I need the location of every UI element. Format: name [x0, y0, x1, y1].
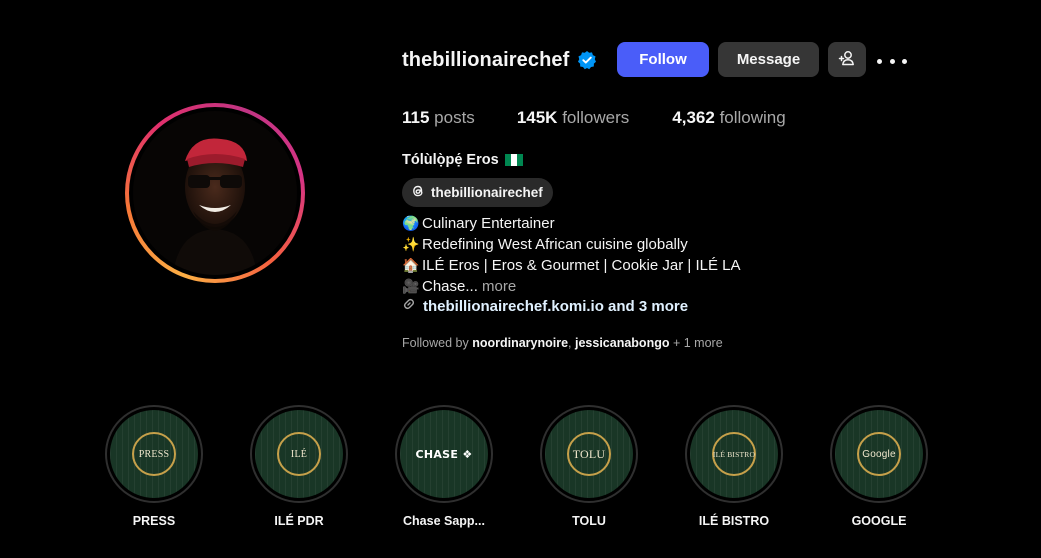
highlight-cover: CHASE ❖	[400, 410, 488, 498]
globe-icon: 🌍	[402, 215, 420, 231]
bio-link[interactable]: thebillionairechef.komi.io and 3 more	[402, 297, 740, 317]
full-name: Tólùlọ̀pẹ́ Eros	[402, 152, 523, 168]
more-options-icon[interactable]	[877, 50, 907, 72]
bio-line: 🎥 Chase... more	[402, 278, 517, 295]
sparkles-icon: ✨	[402, 236, 420, 252]
mutual-follower: noordinarynoire	[472, 336, 569, 350]
avatar-photo	[133, 111, 297, 275]
mutual-follower: jessicanabongo	[575, 336, 670, 350]
story-highlight-press[interactable]: PRESS PRESS	[105, 405, 203, 528]
story-highlight-google[interactable]: Google GOOGLE	[830, 405, 928, 528]
chase-logo-icon: ❖	[462, 447, 473, 461]
profile-stats: 115 posts 145K followers 4,362 following	[402, 108, 829, 128]
highlight-label: TOLU	[572, 514, 606, 528]
threads-badge-link[interactable]: thebillionairechef	[402, 178, 553, 207]
story-highlight-ile-pdr[interactable]: ILÉ ILÉ PDR	[250, 405, 348, 528]
following-link[interactable]: 4,362 following	[672, 108, 785, 128]
posts-count: 115 posts	[402, 108, 475, 127]
highlight-label: GOOGLE	[851, 514, 907, 528]
link-icon	[402, 297, 423, 317]
bio: 🌍 Culinary Entertainer ✨ Redefining West A…	[402, 213, 740, 317]
story-highlight-ile-bistro[interactable]: ILÉ BISTRO ILÉ BISTRO	[685, 405, 783, 528]
highlight-cover: ILÉ	[255, 410, 343, 498]
profile-avatar-story-ring[interactable]	[125, 103, 305, 283]
nigeria-flag-icon	[504, 154, 523, 166]
highlight-label: ILÉ BISTRO	[698, 514, 770, 528]
house-icon: 🏠	[402, 257, 420, 273]
highlight-cover: ILÉ BISTRO	[690, 410, 778, 498]
bio-line: 🌍 Culinary Entertainer	[402, 215, 555, 232]
verified-badge-icon	[577, 50, 597, 70]
follow-button[interactable]: Follow	[617, 42, 709, 77]
highlight-cover: PRESS	[110, 410, 198, 498]
highlight-label: ILÉ PDR	[274, 514, 324, 528]
story-highlight-tolu[interactable]: TOLU TOLU	[540, 405, 638, 528]
threads-icon	[410, 183, 431, 202]
message-button[interactable]: Message	[718, 42, 819, 77]
highlight-label: Chase Sapp...	[403, 514, 485, 528]
followed-by[interactable]: Followed by noordinarynoire, jessicanabo…	[402, 336, 723, 350]
add-person-icon	[838, 49, 856, 71]
bio-line: ✨ Redefining West African cuisine globall…	[402, 236, 688, 253]
suggested-users-button[interactable]	[828, 42, 866, 77]
username: thebillionairechef	[402, 48, 570, 71]
followers-link[interactable]: 145K followers	[517, 108, 629, 128]
bio-line: 🏠 ILÉ Eros | Eros & Gourmet | Cookie Jar …	[402, 257, 741, 274]
username-row: thebillionairechef	[402, 42, 597, 78]
bio-more-link[interactable]: more	[482, 278, 516, 295]
highlight-label: PRESS	[132, 514, 176, 528]
highlight-cover: Google	[835, 410, 923, 498]
avatar	[133, 111, 297, 275]
highlight-cover: TOLU	[545, 410, 633, 498]
story-highlight-chase[interactable]: CHASE ❖ Chase Sapp...	[395, 405, 493, 528]
camera-icon: 🎥	[402, 278, 420, 294]
